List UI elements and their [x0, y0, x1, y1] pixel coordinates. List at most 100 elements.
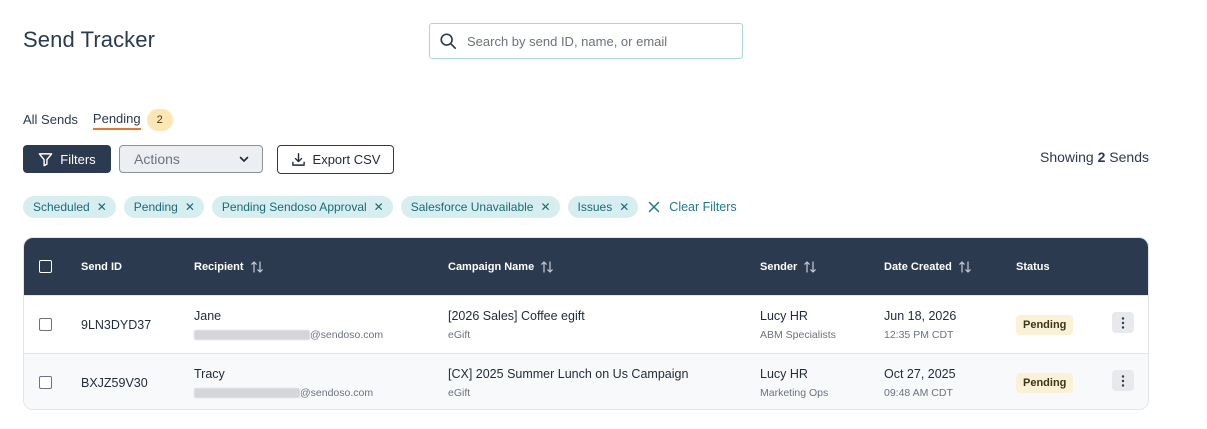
table-row[interactable]: BXJZ59V30 Tracy @sendoso.com [CX] 2025 S…	[24, 353, 1148, 409]
row-checkbox[interactable]	[39, 376, 52, 389]
sort-icon[interactable]	[250, 260, 264, 274]
filter-chip-issues[interactable]: Issues ✕	[567, 196, 639, 218]
sender-cell: Lucy HR Marketing Ops	[760, 367, 828, 399]
search-icon	[440, 33, 457, 50]
recipient-email: @sendoso.com	[194, 387, 373, 399]
time-created: 09:48 AM CDT	[884, 387, 953, 399]
close-icon[interactable]: ✕	[540, 200, 550, 214]
select-all-checkbox[interactable]	[39, 260, 52, 273]
tab-bar: All Sends Pending 2	[23, 109, 173, 131]
filter-chip-salesforce-unavailable[interactable]: Salesforce Unavailable ✕	[400, 196, 560, 218]
date-created: Jun 18, 2026	[884, 309, 957, 323]
pending-count-badge: 2	[146, 109, 173, 131]
recipient-cell: Tracy @sendoso.com	[194, 367, 373, 399]
filter-chip-pending[interactable]: Pending ✕	[123, 196, 204, 218]
tab-pending[interactable]: Pending	[92, 111, 141, 130]
search-box[interactable]	[429, 23, 743, 59]
column-label: Sender	[760, 260, 798, 273]
filter-icon	[39, 152, 53, 166]
email-domain: @sendoso.com	[300, 387, 374, 399]
column-label: Recipient	[194, 260, 244, 273]
column-campaign-name[interactable]: Campaign Name	[448, 238, 554, 295]
filters-button[interactable]: Filters	[23, 145, 111, 173]
date-cell: Jun 18, 2026 12:35 PM CDT	[884, 309, 956, 341]
row-menu-button[interactable]	[1112, 312, 1134, 333]
recipient-cell: Jane @sendoso.com	[194, 309, 383, 341]
filter-chip-pending-sendoso-approval[interactable]: Pending Sendoso Approval ✕	[211, 196, 393, 218]
date-created: Oct 27, 2025	[884, 367, 956, 381]
sender-team: ABM Specialists	[760, 329, 836, 341]
campaign-cell: [CX] 2025 Summer Lunch on Us Campaign eG…	[448, 367, 688, 399]
column-recipient[interactable]: Recipient	[194, 238, 264, 295]
recipient-name: Tracy	[194, 367, 225, 381]
showing-suffix: Sends	[1109, 149, 1149, 165]
send-id[interactable]: BXJZ59V30	[81, 376, 148, 390]
chevron-down-icon	[239, 156, 249, 162]
table-row[interactable]: 9LN3DYD37 Jane @sendoso.com [2026 Sales]…	[24, 295, 1148, 353]
redacted-email-blur	[194, 330, 310, 341]
row-select-cell	[39, 376, 52, 389]
campaign-name[interactable]: [CX] 2025 Summer Lunch on Us Campaign	[448, 367, 688, 381]
chip-label: Pending Sendoso Approval	[221, 200, 367, 214]
sort-icon[interactable]	[540, 260, 554, 274]
column-label: Date Created	[884, 260, 952, 273]
chip-label: Scheduled	[33, 200, 90, 214]
column-label: Campaign Name	[448, 260, 535, 273]
export-csv-button[interactable]: Export CSV	[277, 145, 394, 174]
export-csv-label: Export CSV	[312, 152, 381, 167]
filter-chip-scheduled[interactable]: Scheduled ✕	[23, 196, 116, 218]
active-filter-chips: Scheduled ✕ Pending ✕ Pending Sendoso Appr…	[23, 196, 737, 218]
clear-filters-button[interactable]: Clear Filters	[648, 200, 737, 214]
close-icon[interactable]: ✕	[374, 200, 384, 214]
column-label: Send ID	[81, 260, 122, 273]
row-menu-button[interactable]	[1112, 370, 1134, 391]
campaign-cell: [2026 Sales] Coffee egift eGift	[448, 309, 585, 341]
close-icon[interactable]: ✕	[619, 200, 629, 214]
close-icon[interactable]: ✕	[185, 200, 195, 214]
recipient-name: Jane	[194, 309, 222, 323]
sender-team: Marketing Ops	[760, 387, 829, 399]
chip-label: Issues	[577, 200, 613, 214]
chip-label: Pending	[133, 200, 178, 214]
table-header: Send ID Recipient Campaign Name Sender D…	[24, 238, 1148, 295]
status-badge: Pending	[1016, 315, 1074, 335]
sender-name: Lucy HR	[760, 367, 808, 381]
search-input[interactable]	[467, 33, 727, 49]
download-icon	[291, 153, 305, 166]
close-icon[interactable]: ✕	[97, 200, 107, 214]
column-send-id: Send ID	[81, 238, 122, 295]
clear-filters-label: Clear Filters	[669, 200, 737, 214]
time-created: 12:35 PM CDT	[884, 329, 954, 341]
select-all-cell	[39, 238, 52, 295]
campaign-name[interactable]: [2026 Sales] Coffee egift	[448, 309, 585, 323]
tab-all-sends[interactable]: All Sends	[23, 112, 78, 129]
status-badge: Pending	[1016, 373, 1074, 393]
more-vertical-icon	[1121, 374, 1125, 387]
result-count: Showing 2 Sends	[1040, 149, 1149, 165]
column-status: Status	[1016, 238, 1050, 295]
sender-cell: Lucy HR ABM Specialists	[760, 309, 836, 341]
status-cell: Pending	[1016, 373, 1074, 393]
date-cell: Oct 27, 2025 09:48 AM CDT	[884, 367, 956, 399]
status-cell: Pending	[1016, 315, 1074, 335]
column-label: Status	[1016, 260, 1050, 273]
recipient-email: @sendoso.com	[194, 329, 383, 341]
sort-icon[interactable]	[958, 260, 972, 274]
sort-icon[interactable]	[803, 260, 817, 274]
column-sender[interactable]: Sender	[760, 238, 817, 295]
campaign-type: eGift	[448, 387, 471, 399]
showing-prefix: Showing	[1040, 149, 1094, 165]
actions-dropdown-label: Actions	[134, 151, 180, 167]
send-id[interactable]: 9LN3DYD37	[81, 318, 151, 332]
showing-count: 2	[1097, 149, 1106, 165]
campaign-type: eGift	[448, 329, 471, 341]
filters-button-label: Filters	[60, 151, 96, 167]
actions-dropdown[interactable]: Actions	[119, 145, 263, 173]
row-checkbox[interactable]	[39, 318, 52, 331]
page-title: Send Tracker	[23, 27, 156, 52]
row-select-cell	[39, 318, 52, 331]
email-domain: @sendoso.com	[310, 329, 384, 341]
sender-name: Lucy HR	[760, 309, 808, 323]
column-date-created[interactable]: Date Created	[884, 238, 972, 295]
close-icon	[649, 201, 660, 213]
